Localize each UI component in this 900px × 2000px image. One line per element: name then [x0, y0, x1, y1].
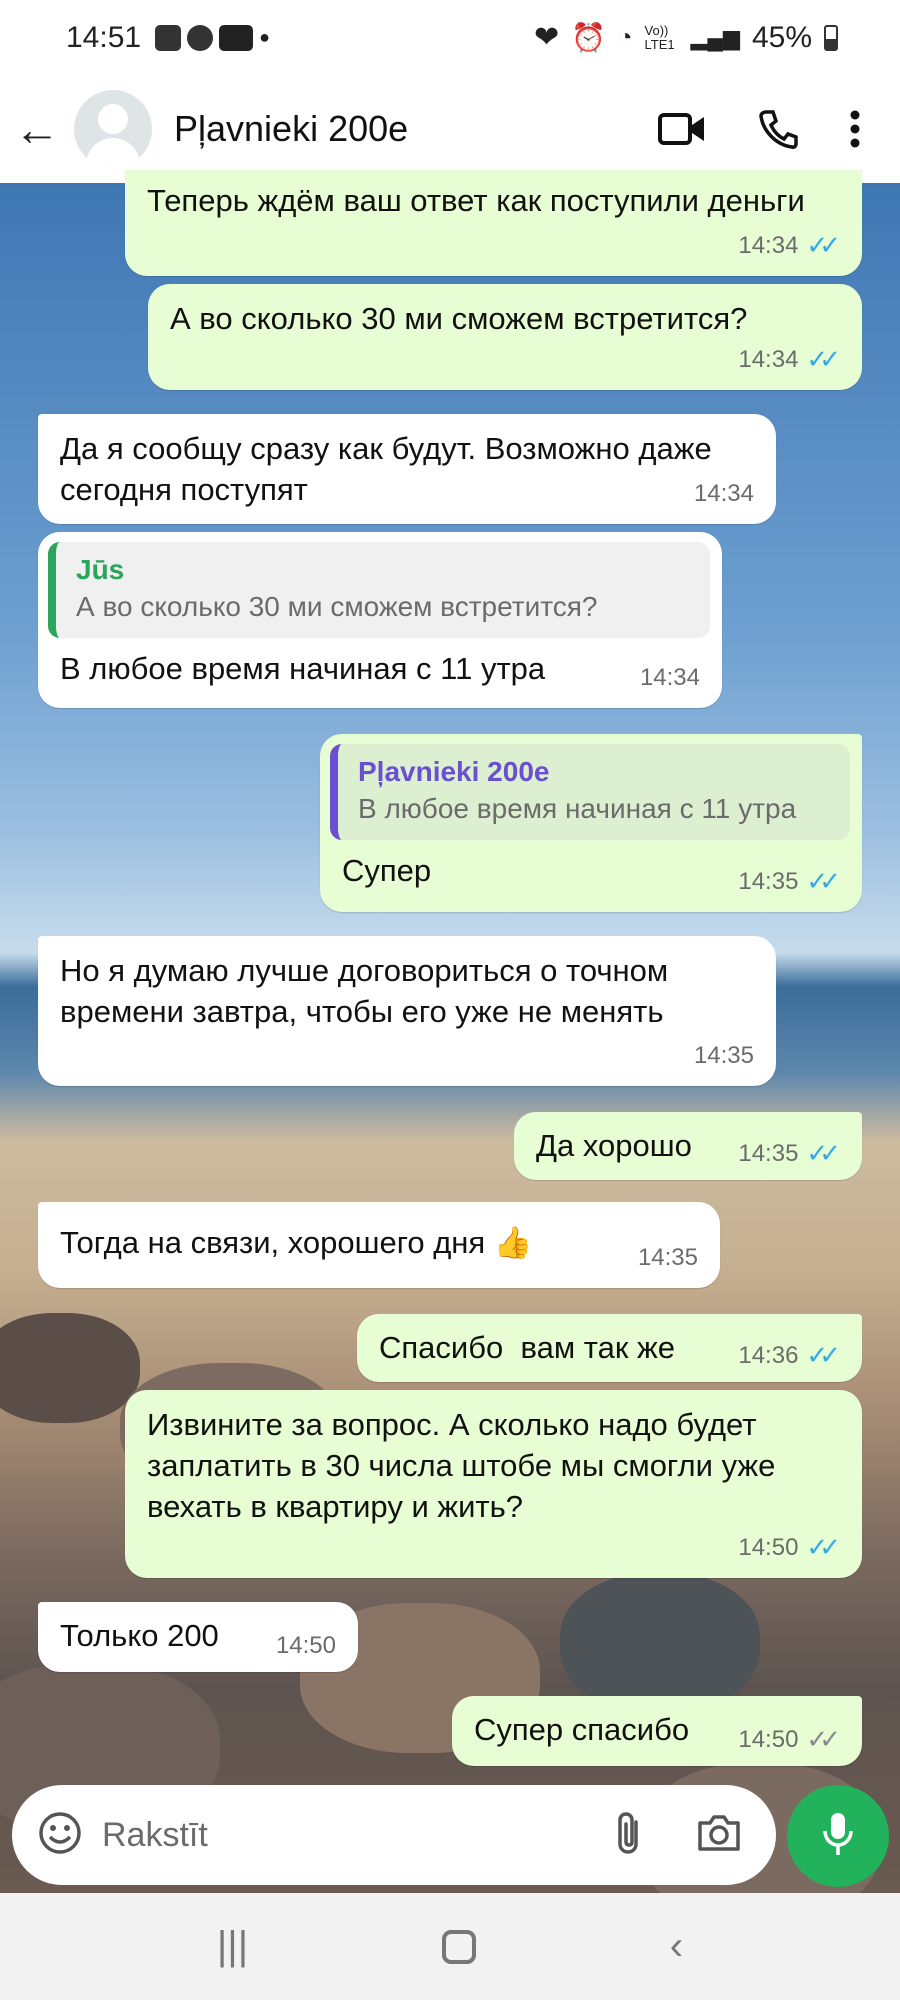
message-bubble[interactable]: Теперь ждём ваш ответ как поступили день…: [125, 170, 862, 276]
battery-icon: [824, 24, 838, 51]
message-input[interactable]: Rakstīt: [102, 1816, 208, 1855]
more-options-icon[interactable]: [850, 110, 860, 148]
message-time: 14:50: [275, 1632, 336, 1659]
message-time: 14:35: [738, 1140, 799, 1167]
message-time: 14:34: [693, 480, 754, 507]
read-ticks-icon: ✓✓: [806, 1532, 840, 1562]
message-bubble[interactable]: Pļavnieki 200e В любое время начиная с 1…: [320, 734, 862, 912]
quoted-text: В любое время начиная с 11 утра: [358, 793, 797, 824]
message-composer: Rakstīt: [12, 1785, 776, 1885]
home-icon[interactable]: [441, 1929, 476, 1964]
message-time: 14:35: [693, 1042, 754, 1069]
message-time: 14:50: [738, 1726, 799, 1753]
delivered-ticks-icon: ✓✓: [806, 1724, 840, 1754]
message-time: 14:35: [637, 1244, 698, 1271]
message-text: Только 200: [60, 1618, 219, 1653]
message-time: 14:34: [738, 232, 799, 259]
read-ticks-icon: ✓✓: [806, 866, 840, 896]
contact-name[interactable]: Pļavnieki 200e: [174, 108, 408, 150]
heart-icon: ❤: [534, 21, 560, 54]
message-text: Супер спасибо: [474, 1712, 690, 1747]
message-time: 14:34: [639, 664, 700, 691]
wifi-icon: ◔: [618, 23, 633, 51]
quoted-text: А во сколько 30 ми сможем встретится?: [76, 591, 598, 622]
message-text: Да хорошо: [536, 1128, 692, 1163]
quoted-message[interactable]: Jūs А во сколько 30 ми сможем встретится…: [48, 542, 710, 638]
message-bubble[interactable]: Да я сообщу сразу как будут. Возможно да…: [38, 414, 776, 524]
message-time: 14:50: [738, 1534, 799, 1561]
emoji-icon[interactable]: [38, 1811, 82, 1860]
message-bubble[interactable]: А во сколько 30 ми сможем встретится? 14…: [148, 284, 862, 390]
quoted-sender: Jūs: [76, 554, 125, 585]
message-text: Супер: [342, 853, 432, 888]
status-time: 14:51: [66, 20, 142, 54]
more-notifications-icon: ●: [259, 27, 270, 47]
video-call-icon[interactable]: [658, 111, 706, 147]
voice-message-button[interactable]: [787, 1785, 889, 1887]
chat-header: ← Pļavnieki 200e: [0, 75, 900, 183]
message-time: 14:36: [738, 1342, 799, 1369]
read-ticks-icon: ✓✓: [806, 1340, 840, 1370]
attach-icon[interactable]: [614, 1810, 644, 1861]
message-text: Теперь ждём ваш ответ как поступили день…: [147, 183, 805, 218]
phone-call-icon[interactable]: [758, 109, 798, 149]
signal-icon: ▂▄▆: [690, 24, 740, 50]
read-ticks-icon: ✓✓: [806, 344, 840, 374]
camera-icon[interactable]: [696, 1813, 742, 1858]
message-time: 14:34: [738, 346, 799, 373]
system-nav-bar: ||| ‹: [0, 1893, 900, 2000]
message-bubble[interactable]: Но я думаю лучше договориться о точном в…: [38, 936, 776, 1086]
message-bubble[interactable]: Тогда на связи, хорошего дня 👍 14:35: [38, 1202, 720, 1288]
message-bubble[interactable]: Супер спасибо 14:50 ✓✓: [452, 1696, 862, 1766]
contact-avatar[interactable]: [74, 90, 152, 168]
alarm-icon: ⏰: [571, 22, 607, 53]
recent-apps-icon[interactable]: |||: [217, 1924, 248, 1969]
message-bubble[interactable]: Да хорошо 14:35 ✓✓: [514, 1112, 862, 1180]
message-text: В любое время начиная с 11 утра: [60, 651, 546, 686]
read-ticks-icon: ✓✓: [806, 1138, 840, 1168]
back-arrow-icon[interactable]: ←: [14, 102, 62, 156]
youtube-icon: [219, 24, 254, 51]
message-text: Спасибо вам так же: [379, 1330, 675, 1365]
status-bar: 14:51 ● ❤ ⏰ ◔ Vo)) LTE1 ▂▄▆ 45%: [0, 0, 900, 75]
gallery-icon: [155, 24, 182, 51]
message-text: Извините за вопрос. А сколько надо будет…: [147, 1407, 776, 1524]
message-text: Тогда на связи, хорошего дня 👍: [60, 1225, 533, 1260]
quoted-sender: Pļavnieki 200e: [358, 756, 550, 787]
read-ticks-icon: ✓✓: [806, 230, 840, 260]
quoted-message[interactable]: Pļavnieki 200e В любое время начиная с 1…: [330, 744, 850, 840]
message-bubble[interactable]: Jūs А во сколько 30 ми сможем встретится…: [38, 532, 722, 708]
message-text: Да я сообщу сразу как будут. Возможно да…: [60, 431, 712, 507]
message-text: А во сколько 30 ми сможем встретится?: [170, 301, 748, 336]
network-label: Vo)) LTE1: [644, 22, 675, 52]
back-nav-icon[interactable]: ‹: [670, 1924, 683, 1969]
microphone-icon: [821, 1811, 855, 1862]
battery-percent: 45%: [751, 20, 812, 54]
message-time: 14:35: [738, 868, 799, 895]
message-bubble[interactable]: Только 200 14:50: [38, 1602, 358, 1672]
podcast-icon: [187, 24, 214, 51]
message-bubble[interactable]: Извините за вопрос. А сколько надо будет…: [125, 1390, 862, 1578]
message-bubble[interactable]: Спасибо вам так же 14:36 ✓✓: [357, 1314, 862, 1382]
message-text: Но я думаю лучше договориться о точном в…: [60, 953, 669, 1029]
